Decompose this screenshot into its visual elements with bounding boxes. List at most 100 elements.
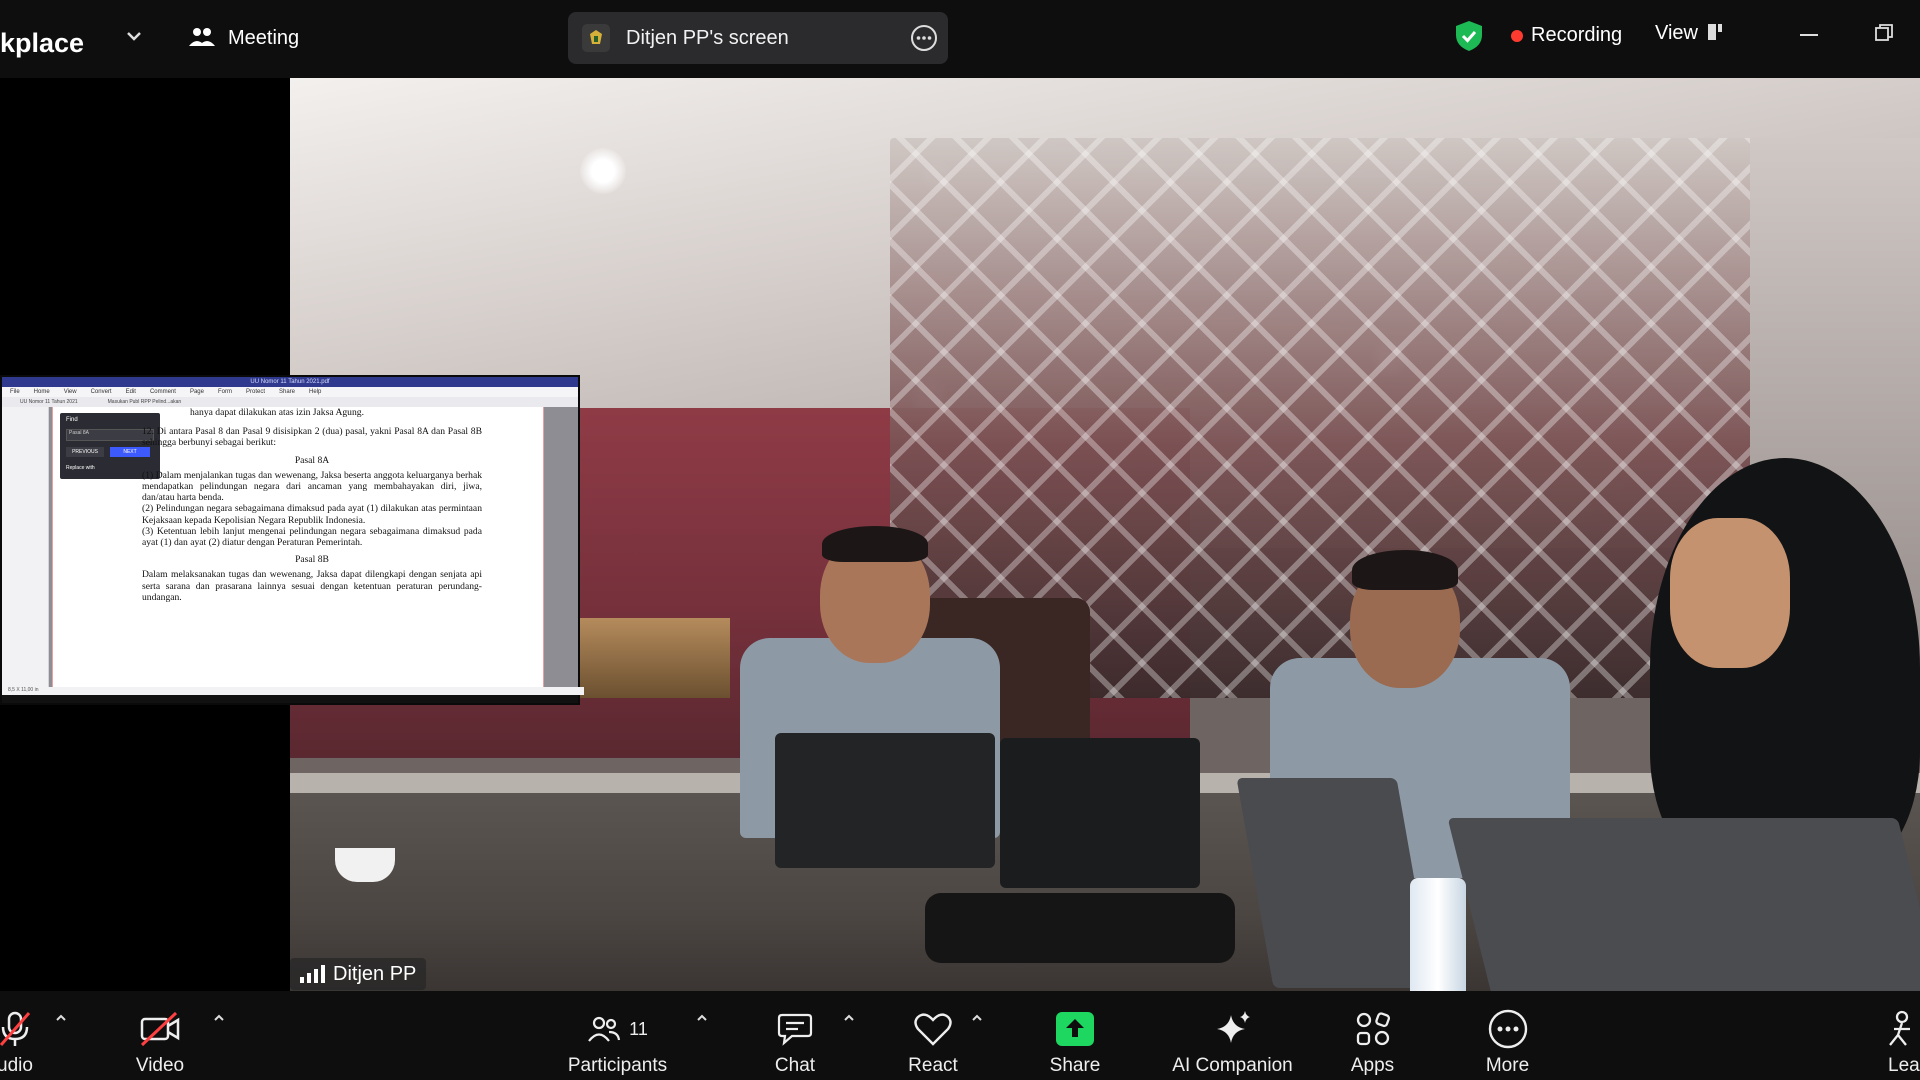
video-person-hair <box>1352 550 1458 590</box>
participants-label: Participants <box>567 1055 668 1076</box>
find-input: Pasal 8A <box>66 429 154 441</box>
meeting-menu[interactable]: Meeting <box>188 22 299 54</box>
more-icon[interactable] <box>910 24 938 52</box>
signal-bars-icon <box>300 965 325 983</box>
video-person-hijab <box>1650 458 1920 878</box>
leave-icon <box>1889 1010 1910 1046</box>
chat-button[interactable]: Chat <box>750 991 840 1080</box>
shared-tab: Masukan Publ RPP Pelind...akan <box>107 399 182 405</box>
share-arrow-icon <box>1056 1012 1094 1046</box>
participants-icon <box>588 1016 621 1042</box>
view-label: View <box>1655 22 1698 44</box>
video-person-head <box>1670 518 1790 668</box>
find-previous-button: PREVIOUS <box>66 447 104 457</box>
audio-button[interactable]: udio <box>0 991 60 1080</box>
view-button[interactable]: View <box>1655 22 1724 45</box>
react-label: React <box>908 1055 958 1076</box>
participants-button[interactable]: 11 Participants <box>555 991 680 1080</box>
video-person-hair <box>822 526 928 562</box>
video-bottle <box>1410 878 1466 991</box>
chat-icon <box>777 1013 813 1046</box>
video-pouch <box>925 893 1235 963</box>
app-name: kplace <box>0 28 85 58</box>
chat-label: Chat <box>774 1055 816 1076</box>
video-laptop <box>1447 818 1920 991</box>
find-title: Find <box>66 417 78 423</box>
video-label: Video <box>135 1055 185 1076</box>
video-muted-icon <box>140 1011 180 1047</box>
react-button[interactable]: React <box>888 991 978 1080</box>
chevron-up-icon[interactable] <box>970 1011 984 1025</box>
shared-menu-item: File <box>10 389 20 395</box>
shared-document-body: Find Pasal 8A PREVIOUS NEXT Replace with… <box>2 407 584 695</box>
chevron-up-icon[interactable] <box>54 1011 68 1025</box>
chevron-up-icon[interactable] <box>695 1011 709 1025</box>
minimize-icon[interactable] <box>1800 34 1818 36</box>
record-dot-icon <box>1511 29 1523 42</box>
shared-menu-item: Comment <box>149 389 176 395</box>
apps-label: Apps <box>1350 1055 1395 1076</box>
doc-heading-pasal-8a: Pasal 8A <box>294 454 330 466</box>
video-laptop <box>1000 738 1200 888</box>
recording-indicator[interactable]: Recording <box>1511 24 1622 47</box>
shared-tab: UU Nomor 11 Tahun 2021 <box>20 399 78 405</box>
presenter-avatar <box>582 24 610 52</box>
video-cup <box>335 848 395 882</box>
top-bar: kplace Meeting Ditjen PP's screen Record… <box>0 0 1920 78</box>
video-ceiling-light <box>580 148 626 194</box>
shared-menu-item: Page <box>189 389 204 395</box>
shared-menu-item: Help <box>309 389 322 395</box>
replace-with-toggle: Replace with <box>66 465 95 471</box>
shield-icon[interactable] <box>1454 20 1484 52</box>
chevron-down-icon[interactable] <box>122 24 146 48</box>
video-laptop <box>775 733 995 868</box>
doc-paragraph: Dalam melaksanakan tugas dan wewenang, J… <box>142 569 482 603</box>
bottom-toolbar: udio Video 11 Participants Chat React Sh… <box>0 991 1920 1080</box>
participant-name: Ditjen PP <box>333 962 417 985</box>
chevron-up-icon[interactable] <box>212 1011 226 1025</box>
participant-name-badge: Ditjen PP <box>290 958 427 990</box>
more-label: More <box>1485 1055 1530 1076</box>
recording-label: Recording <box>1531 24 1623 46</box>
shared-menu-item: Form <box>217 389 232 395</box>
sparkle-icon <box>1216 1011 1250 1043</box>
apps-button[interactable]: Apps <box>1330 991 1415 1080</box>
meeting-label: Meeting <box>228 26 300 49</box>
shared-menu-item: View <box>63 389 77 395</box>
chevron-up-icon[interactable] <box>842 1011 856 1025</box>
doc-item-12: 12. Di antara Pasal 8 dan Pasal 9 disisi… <box>142 426 482 449</box>
screen-share-indicator[interactable]: Ditjen PP's screen <box>568 12 948 64</box>
video-aquarium <box>580 618 730 698</box>
ai-companion-button[interactable]: AI Companion <box>1160 991 1305 1080</box>
shared-screen-thumbnail[interactable]: UU Nomor 11 Tahun 2021.pdf File Home Vie… <box>0 375 584 705</box>
ai-companion-label: AI Companion <box>1172 1055 1293 1076</box>
leave-button[interactable]: Lea <box>1880 991 1920 1080</box>
audio-label: udio <box>0 1055 33 1076</box>
video-button[interactable]: Video <box>115 991 205 1080</box>
more-button[interactable]: More <box>1465 991 1550 1080</box>
shared-menu-bar: File Home View Convert Edit Comment Page… <box>2 387 578 397</box>
emblem-icon <box>590 30 602 44</box>
doc-line: hanya dapat dilakukan atas izin Jaksa Ag… <box>190 407 364 418</box>
screen-share-label: Ditjen PP's screen <box>626 26 789 49</box>
restore-icon[interactable] <box>1875 24 1893 42</box>
leave-label: Lea <box>1888 1055 1920 1076</box>
shared-tabs: UU Nomor 11 Tahun 2021 Masukan Publ RPP … <box>2 397 578 407</box>
share-label: Share <box>1049 1055 1101 1076</box>
shared-window-title: UU Nomor 11 Tahun 2021.pdf <box>2 377 578 387</box>
doc-paragraph: (3) Ketentuan lebih lanjut mengenai peli… <box>142 525 482 549</box>
participants-count: 11 <box>629 1018 648 1039</box>
shared-status-bar: 8,5 X 11,00 in <box>2 687 584 695</box>
share-button[interactable]: Share <box>1030 991 1120 1080</box>
shared-menu-item: Share <box>279 389 296 395</box>
more-circle-icon <box>1488 1009 1527 1049</box>
document-text: hanya dapat dilakukan atas izin Jaksa Ag… <box>142 407 482 603</box>
shared-sidebar <box>2 407 49 695</box>
doc-heading-pasal-8b: Pasal 8B <box>295 554 329 566</box>
doc-paragraph: (1) Dalam menjalankan tugas dan wewenang… <box>142 469 482 504</box>
shared-menu-item: Protect <box>245 389 265 395</box>
doc-paragraph: (2) Pelindungan negara sebagaimana dimak… <box>142 503 482 526</box>
apps-icon <box>1356 1012 1390 1046</box>
view-icon <box>1708 23 1724 44</box>
heart-icon <box>914 1013 952 1046</box>
